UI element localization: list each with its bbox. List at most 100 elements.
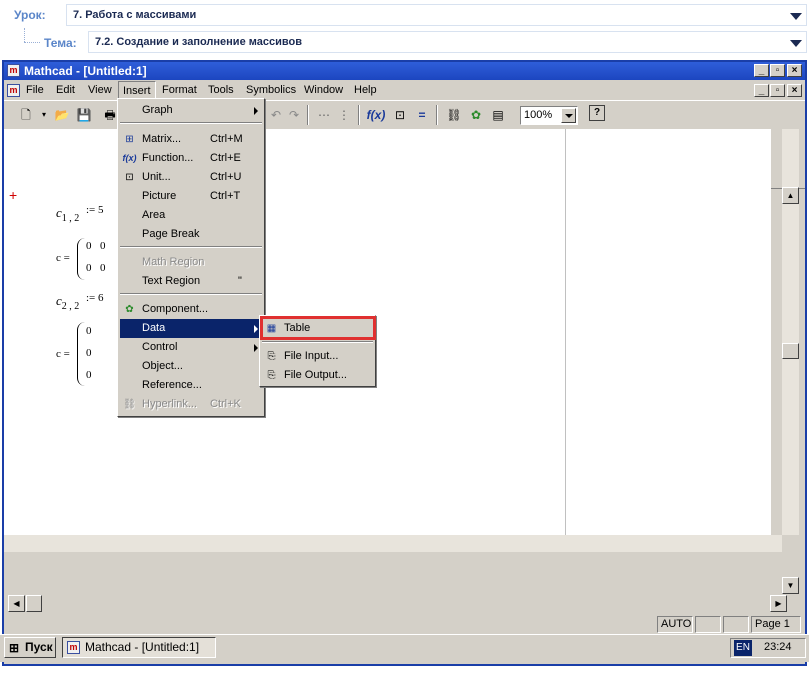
windows-logo-icon: ⊞ <box>9 641 20 655</box>
lesson-value: 7. Работа с массивами <box>73 9 197 21</box>
menu-item-area[interactable]: Area <box>120 206 262 225</box>
document-icon[interactable]: m <box>7 84 20 97</box>
insert-unit-icon[interactable]: ⊡ <box>390 105 410 125</box>
save-icon[interactable]: 💾 <box>74 105 94 125</box>
menu-item-graph[interactable]: Graph <box>120 101 262 120</box>
scroll-up-icon[interactable]: ▲ <box>782 187 799 204</box>
menu-item-function[interactable]: f(x) Function... Ctrl+E <box>120 149 262 168</box>
component-icon: ✿ <box>125 304 134 315</box>
open-folder-icon[interactable]: 📂 <box>52 105 72 125</box>
help-icon[interactable]: ? <box>589 105 605 121</box>
menu-item-label: Control <box>142 341 178 353</box>
toolbar-separator <box>358 105 360 125</box>
align-across-icon[interactable]: ⋯ <box>314 105 334 125</box>
menu-item-label: File Output... <box>284 369 347 381</box>
doc-minimize-button[interactable]: _ <box>754 84 769 97</box>
menu-separator <box>120 246 262 248</box>
menu-item-shortcut: Ctrl+M <box>210 133 243 145</box>
vertical-scrollbar[interactable]: ▲ ▼ <box>782 129 799 594</box>
scroll-down-icon[interactable]: ▼ <box>782 577 799 594</box>
menu-item-label: Page Break <box>142 228 200 240</box>
menu-item-label: Component... <box>142 303 209 315</box>
assignment-c22[interactable]: c2 , 2 <box>56 293 79 312</box>
redo-icon[interactable]: ↷ <box>284 105 304 125</box>
menu-insert[interactable]: Insert <box>118 81 156 99</box>
language-indicator[interactable]: EN <box>734 640 752 656</box>
insert-function-icon[interactable]: f(x) <box>366 105 386 125</box>
menu-item-unit[interactable]: ⊡ Unit... Ctrl+U <box>120 168 262 187</box>
menu-item-text-region[interactable]: Text Region " <box>120 272 262 291</box>
assignment-c12[interactable]: c1 , 2 <box>56 205 80 224</box>
taskbar-item-mathcad[interactable]: m Mathcad - [Untitled:1] <box>62 637 216 658</box>
menu-item-page-break[interactable]: Page Break <box>120 225 262 244</box>
menu-item-reference[interactable]: Reference... <box>120 376 262 395</box>
mathcad-app-icon: m <box>67 641 80 654</box>
menu-file[interactable]: File <box>26 84 44 96</box>
menu-symbolics[interactable]: Symbolics <box>246 84 296 96</box>
start-label: Пуск <box>25 640 53 654</box>
menu-view[interactable]: View <box>88 84 112 96</box>
tree-line <box>24 42 40 43</box>
matrix1-cell: 0 <box>86 262 92 274</box>
menu-item-object[interactable]: Object... <box>120 357 262 376</box>
submenu-arrow-icon <box>254 325 258 333</box>
horizontal-scrollbar[interactable]: ◀ ▶ <box>4 535 787 612</box>
title-bar: m Mathcad - [Untitled:1] _ ▫ × <box>4 62 805 80</box>
chevron-down-icon <box>790 13 802 20</box>
matrix1-bracket <box>77 238 85 280</box>
menu-tools[interactable]: Tools <box>208 84 234 96</box>
doc-close-button[interactable]: × <box>787 84 802 97</box>
align-down-icon[interactable]: ⋮ <box>334 105 354 125</box>
menu-edit[interactable]: Edit <box>56 84 75 96</box>
function-icon: f(x) <box>122 153 137 163</box>
scroll-left-icon[interactable]: ◀ <box>8 595 25 612</box>
menu-item-component[interactable]: ✿ Component... <box>120 300 262 319</box>
file-output-icon: ⎘ <box>267 370 276 381</box>
menu-item-label: Reference... <box>142 379 202 391</box>
insert-hyperlink-icon[interactable]: ⛓ <box>444 105 464 125</box>
menu-item-math-region: Math Region <box>120 253 262 272</box>
assignment-value: := 6 <box>86 292 104 304</box>
variable-name: c <box>56 293 62 308</box>
clock: 23:24 <box>764 641 792 653</box>
menu-item-file-input[interactable]: ⎘ File Input... <box>262 347 373 366</box>
menu-separator <box>120 293 262 295</box>
menu-item-label: Area <box>142 209 166 221</box>
minimize-button[interactable]: _ <box>754 64 769 77</box>
scroll-thumb[interactable] <box>782 343 799 359</box>
close-button[interactable]: × <box>787 64 802 77</box>
menu-help[interactable]: Help <box>354 84 377 96</box>
file-input-icon: ⎘ <box>267 351 276 362</box>
menu-item-shortcut: " <box>238 275 242 287</box>
menu-item-shortcut: Ctrl+T <box>210 190 241 202</box>
undo-icon[interactable]: ↶ <box>266 105 286 125</box>
calculate-icon[interactable]: = <box>412 105 432 125</box>
menu-item-shortcut: Ctrl+E <box>210 152 241 164</box>
menu-item-label: Math Region <box>142 256 205 268</box>
topic-select[interactable]: 7.2. Создание и заполнение массивов <box>88 31 807 53</box>
subscript: 1 , 2 <box>61 213 80 224</box>
menu-item-matrix[interactable]: ⊞ Matrix... Ctrl+M <box>120 130 262 149</box>
menu-item-shortcut: Ctrl+K <box>210 398 241 410</box>
menu-item-file-output[interactable]: ⎘ File Output... <box>262 366 373 385</box>
highlight-callout <box>260 316 376 340</box>
new-document-icon[interactable]: 🗋 <box>16 105 36 125</box>
matrix2-cell: 0 <box>86 347 92 359</box>
menu-window[interactable]: Window <box>304 84 343 96</box>
submenu-arrow-icon <box>254 344 258 352</box>
doc-restore-button[interactable]: ▫ <box>770 84 785 97</box>
zoom-select[interactable]: 100% <box>520 106 578 125</box>
start-button[interactable]: ⊞ Пуск <box>4 637 56 658</box>
lesson-select[interactable]: 7. Работа с массивами <box>66 4 807 26</box>
menu-item-control[interactable]: Control <box>120 338 262 357</box>
insert-component-icon[interactable]: ✿ <box>466 105 486 125</box>
matrix1-cell: 0 <box>100 240 106 252</box>
menu-format[interactable]: Format <box>162 84 197 96</box>
chevron-down-icon[interactable]: ▾ <box>34 105 54 125</box>
resources-icon[interactable]: ▤ <box>488 105 508 125</box>
maximize-button[interactable]: ▫ <box>770 64 785 77</box>
menu-item-picture[interactable]: Picture Ctrl+T <box>120 187 262 206</box>
scroll-thumb[interactable] <box>26 595 42 612</box>
menu-item-data[interactable]: Data <box>120 319 262 338</box>
scroll-right-icon[interactable]: ▶ <box>770 595 787 612</box>
